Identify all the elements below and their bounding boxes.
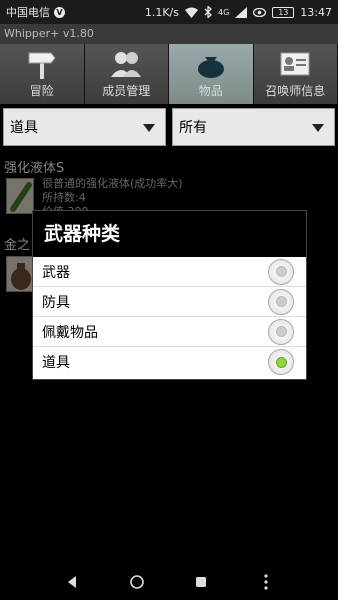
tab-bar: 冒险 成员管理 物品 召唤师信息 <box>0 44 338 104</box>
scope-value: 所有 <box>179 120 207 136</box>
category-value: 道具 <box>10 120 38 136</box>
tab-label: 冒险 <box>29 84 54 98</box>
recents-button[interactable] <box>191 572 211 592</box>
option-label: 武器 <box>42 264 70 281</box>
system-nav-bar <box>0 564 338 600</box>
network-speed: 1.1K/s <box>144 5 179 19</box>
more-vertical-icon <box>264 574 268 590</box>
back-button[interactable] <box>62 572 82 592</box>
radio-button[interactable] <box>268 318 294 345</box>
option-label: 佩戴物品 <box>42 324 98 341</box>
tab-label: 物品 <box>198 84 223 98</box>
tab-label: 成员管理 <box>102 84 151 98</box>
id-card-icon <box>280 52 310 76</box>
carrier-label: 中国电信 <box>6 6 50 19</box>
option-armor[interactable]: 防具 <box>33 287 306 317</box>
scope-select[interactable]: 所有 <box>172 108 335 146</box>
back-icon <box>68 576 77 588</box>
status-bar: 中国电信 V 1.1K/s 4G 13 13:47 <box>0 0 338 24</box>
volte-badge: V <box>54 6 65 18</box>
home-button[interactable] <box>127 572 147 592</box>
battery-icon: 13 <box>272 6 295 18</box>
option-label: 道具 <box>42 355 70 371</box>
filter-bar: 道具 所有 <box>0 104 338 152</box>
option-weapon[interactable]: 武器 <box>33 257 306 287</box>
recents-icon <box>196 577 207 587</box>
option-label: 防具 <box>42 294 70 311</box>
dialog-title: 武器种类 <box>33 211 306 257</box>
wifi-icon <box>185 7 198 18</box>
app-title: Whipper+ v1.80 <box>0 24 338 44</box>
category-select[interactable]: 道具 <box>3 108 166 146</box>
tab-label: 召唤师信息 <box>265 84 326 98</box>
home-icon <box>129 575 144 589</box>
tab-members[interactable]: 成员管理 <box>84 44 169 104</box>
tab-summoner-info[interactable]: 召唤师信息 <box>253 44 338 104</box>
dropdown-arrow-icon <box>143 124 155 132</box>
dropdown-arrow-icon <box>312 124 324 132</box>
battery-level: 13 <box>278 7 289 17</box>
signal-label: 4G <box>218 7 230 17</box>
option-accessory[interactable]: 佩戴物品 <box>33 317 306 347</box>
weapon-type-dialog: 武器种类 武器 防具 佩戴物品 道具 <box>32 210 307 380</box>
radio-button[interactable] <box>268 288 294 315</box>
eye-icon <box>253 7 267 17</box>
members-icon <box>111 52 142 77</box>
tab-items[interactable]: 物品 <box>169 44 254 104</box>
signpost-icon <box>28 52 56 79</box>
tab-adventure[interactable]: 冒险 <box>0 44 85 104</box>
radio-button-selected[interactable] <box>268 349 294 375</box>
clock: 13:47 <box>300 5 332 19</box>
more-button[interactable] <box>256 572 276 592</box>
signal-icon <box>235 6 248 18</box>
radio-button[interactable] <box>268 258 294 285</box>
bag-icon <box>197 57 224 78</box>
option-item[interactable]: 道具 <box>33 347 306 377</box>
bluetooth-icon <box>204 6 212 18</box>
